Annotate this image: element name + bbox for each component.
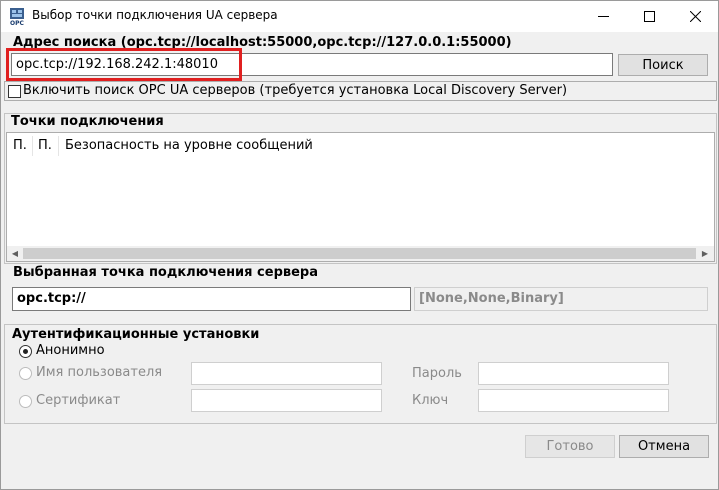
- discovery-checkbox[interactable]: [8, 85, 21, 98]
- title-bar: OPC Выбор точки подключения UA сервера: [1, 1, 718, 32]
- endpoints-group-label: Точки подключения: [11, 114, 164, 129]
- search-button[interactable]: Поиск: [618, 54, 708, 76]
- username-radio-label: Имя пользователя: [36, 365, 163, 380]
- discovery-checkbox-row[interactable]: Включить поиск OPC UA серверов (требуетс…: [4, 81, 717, 101]
- opc-app-icon: OPC: [8, 7, 26, 27]
- close-icon: [689, 11, 701, 22]
- selected-endpoint-input[interactable]: opc.tcp://: [12, 287, 411, 311]
- search-address-label: Адрес поиска (opc.tcp://localhost:55000,…: [13, 35, 512, 50]
- scroll-right-icon[interactable]: ▶: [699, 248, 711, 259]
- window-title: Выбор точки подключения UA сервера: [32, 8, 278, 22]
- cancel-button[interactable]: Отмена: [619, 435, 709, 458]
- column-separator: [32, 136, 33, 156]
- certificate-radio-label: Сертификат: [36, 393, 121, 408]
- certificate-field[interactable]: [191, 389, 382, 412]
- minimize-icon: [597, 16, 609, 17]
- password-label: Пароль: [412, 366, 462, 381]
- key-field[interactable]: [478, 389, 669, 412]
- ok-button[interactable]: Готово: [525, 435, 615, 458]
- svg-text:OPC: OPC: [10, 20, 24, 26]
- column-separator: [58, 136, 59, 156]
- certificate-radio[interactable]: [19, 395, 32, 408]
- key-label: Ключ: [412, 393, 449, 408]
- maximize-button[interactable]: [626, 1, 672, 32]
- horizontal-scrollbar[interactable]: ◀ ▶: [7, 246, 714, 261]
- auth-group-label: Аутентификационные установки: [12, 327, 260, 342]
- selected-endpoint-label: Выбранная точка подключения сервера: [13, 265, 318, 280]
- search-address-input[interactable]: opc.tcp://192.168.242.1:48010: [11, 53, 613, 76]
- anonymous-radio-label: Анонимно: [36, 343, 105, 358]
- scroll-left-icon[interactable]: ◀: [9, 248, 21, 259]
- username-radio[interactable]: [19, 367, 32, 380]
- close-button[interactable]: [672, 1, 718, 32]
- anonymous-radio[interactable]: [19, 345, 32, 358]
- security-mode-field: [None,None,Binary]: [414, 287, 708, 311]
- column-header-p1[interactable]: П.: [13, 138, 27, 153]
- username-field[interactable]: [191, 362, 382, 385]
- discovery-checkbox-label: Включить поиск OPC UA серверов (требуетс…: [23, 83, 568, 98]
- maximize-icon: [643, 11, 655, 22]
- column-header-security[interactable]: Безопасность на уровне сообщений: [65, 138, 313, 153]
- column-header-p2[interactable]: П.: [38, 138, 52, 153]
- dialog-window: OPC Выбор точки подключения UA сервера А…: [0, 0, 719, 490]
- minimize-button[interactable]: [580, 1, 626, 32]
- scrollbar-thumb[interactable]: [23, 248, 696, 259]
- password-field[interactable]: [478, 362, 669, 385]
- radio-selected-dot: [23, 349, 28, 354]
